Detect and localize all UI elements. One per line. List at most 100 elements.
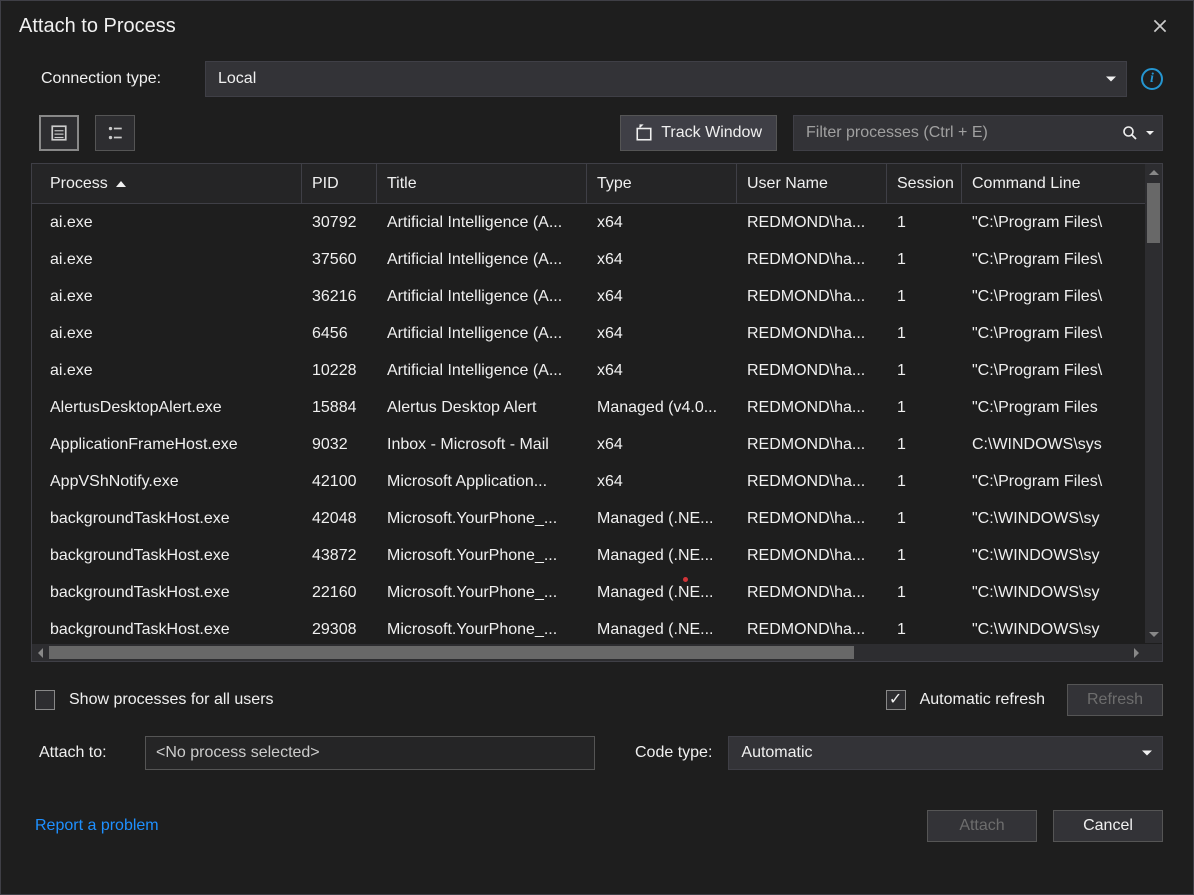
cell-type: x64 — [587, 362, 737, 380]
filter-box[interactable] — [793, 115, 1163, 151]
titlebar: Attach to Process — [1, 1, 1193, 51]
attach-button[interactable]: Attach — [927, 810, 1037, 842]
scroll-left-button[interactable] — [32, 644, 49, 661]
cell-pid: 37560 — [302, 251, 377, 269]
view-mode-tree-button[interactable] — [95, 115, 135, 151]
close-button[interactable] — [1145, 11, 1175, 41]
cell-session: 1 — [887, 288, 962, 306]
cell-user: REDMOND\ha... — [737, 510, 887, 528]
attach-to-label: Attach to: — [39, 744, 129, 762]
column-type[interactable]: Type — [587, 164, 737, 203]
cell-user: REDMOND\ha... — [737, 473, 887, 491]
cell-type: x64 — [587, 288, 737, 306]
horizontal-scrollbar[interactable] — [32, 644, 1145, 661]
table-row[interactable]: backgroundTaskHost.exe42048Microsoft.You… — [32, 500, 1145, 537]
table-row[interactable]: ai.exe10228Artificial Intelligence (A...… — [32, 352, 1145, 389]
cell-command-line: "C:\Program Files\ — [962, 325, 1132, 343]
report-problem-link[interactable]: Report a problem — [35, 817, 159, 835]
search-icon[interactable] — [1122, 125, 1154, 141]
scroll-right-button[interactable] — [1128, 644, 1145, 661]
cell-command-line: "C:\Program Files\ — [962, 288, 1132, 306]
track-window-label: Track Window — [661, 124, 762, 142]
table-row[interactable]: ai.exe30792Artificial Intelligence (A...… — [32, 204, 1145, 241]
cell-type: Managed (.NE... — [587, 510, 737, 528]
table-row[interactable]: AlertusDesktopAlert.exe15884Alertus Desk… — [32, 389, 1145, 426]
cell-session: 1 — [887, 214, 962, 232]
footer: Report a problem Attach Cancel — [1, 770, 1193, 866]
cell-command-line: "C:\WINDOWS\sy — [962, 547, 1132, 565]
table-row[interactable]: ai.exe36216Artificial Intelligence (A...… — [32, 278, 1145, 315]
view-mode-list-button[interactable] — [39, 115, 79, 151]
table-row[interactable]: backgroundTaskHost.exe29308Microsoft.You… — [32, 611, 1145, 644]
grid-header: Process PID Title Type User Name Session… — [32, 164, 1162, 204]
cell-user: REDMOND\ha... — [737, 621, 887, 639]
process-grid: Process PID Title Type User Name Session… — [31, 163, 1163, 662]
table-row[interactable]: ai.exe6456Artificial Intelligence (A...x… — [32, 315, 1145, 352]
cell-command-line: "C:\WINDOWS\sy — [962, 584, 1132, 602]
column-title[interactable]: Title — [377, 164, 587, 203]
cell-command-line: "C:\Program Files\ — [962, 251, 1132, 269]
column-user-name[interactable]: User Name — [737, 164, 887, 203]
code-type-select[interactable]: Automatic — [728, 736, 1163, 770]
sort-ascending-icon — [116, 181, 126, 187]
cell-session: 1 — [887, 510, 962, 528]
cell-process: ai.exe — [32, 288, 302, 306]
column-session[interactable]: Session — [887, 164, 962, 203]
cell-command-line: "C:\Program Files\ — [962, 214, 1132, 232]
vertical-scrollbar[interactable] — [1145, 164, 1162, 643]
vertical-scroll-thumb[interactable] — [1147, 183, 1160, 243]
info-icon[interactable]: i — [1141, 68, 1163, 90]
connection-type-select[interactable]: Local — [205, 61, 1127, 97]
column-process[interactable]: Process — [32, 164, 302, 203]
cell-type: Managed (.NE... — [587, 547, 737, 565]
attach-to-value: <No process selected> — [145, 736, 595, 770]
cell-command-line: "C:\Program Files\ — [962, 473, 1132, 491]
cell-user: REDMOND\ha... — [737, 547, 887, 565]
scroll-up-button[interactable] — [1145, 164, 1162, 181]
cell-process: backgroundTaskHost.exe — [32, 584, 302, 602]
cell-type: x64 — [587, 436, 737, 454]
table-row[interactable]: ApplicationFrameHost.exe9032Inbox - Micr… — [32, 426, 1145, 463]
cell-process: ai.exe — [32, 214, 302, 232]
cell-process: ai.exe — [32, 251, 302, 269]
cell-session: 1 — [887, 621, 962, 639]
cell-session: 1 — [887, 436, 962, 454]
cell-command-line: "C:\WINDOWS\sy — [962, 621, 1132, 639]
refresh-button[interactable]: Refresh — [1067, 684, 1163, 716]
table-row[interactable]: backgroundTaskHost.exe22160Microsoft.You… — [32, 574, 1145, 611]
cancel-button[interactable]: Cancel — [1053, 810, 1163, 842]
table-row[interactable]: AppVShNotify.exe42100Microsoft Applicati… — [32, 463, 1145, 500]
code-type-value: Automatic — [741, 744, 812, 762]
cell-title: Artificial Intelligence (A... — [377, 288, 587, 306]
cell-session: 1 — [887, 547, 962, 565]
scroll-down-button[interactable] — [1145, 626, 1162, 643]
cell-title: Artificial Intelligence (A... — [377, 325, 587, 343]
connection-type-value: Local — [218, 70, 256, 88]
filter-input[interactable] — [806, 124, 1122, 142]
column-command-line[interactable]: Command Line — [962, 164, 1132, 203]
cell-command-line: "C:\WINDOWS\sy — [962, 510, 1132, 528]
cell-pid: 29308 — [302, 621, 377, 639]
table-row[interactable]: ai.exe37560Artificial Intelligence (A...… — [32, 241, 1145, 278]
show-all-users-label: Show processes for all users — [69, 691, 274, 709]
cell-title: Artificial Intelligence (A... — [377, 251, 587, 269]
cell-title: Artificial Intelligence (A... — [377, 362, 587, 380]
horizontal-scroll-thumb[interactable] — [49, 646, 854, 659]
track-window-button[interactable]: Track Window — [620, 115, 777, 151]
automatic-refresh-checkbox[interactable] — [886, 690, 906, 710]
cell-type: x64 — [587, 325, 737, 343]
scroll-corner — [1145, 644, 1162, 661]
cell-title: Microsoft.YourPhone_... — [377, 510, 587, 528]
table-row[interactable]: backgroundTaskHost.exe43872Microsoft.You… — [32, 537, 1145, 574]
cell-session: 1 — [887, 362, 962, 380]
chevron-down-icon — [1146, 131, 1154, 135]
track-window-icon — [635, 124, 653, 142]
cell-process: backgroundTaskHost.exe — [32, 510, 302, 528]
cell-type: x64 — [587, 214, 737, 232]
column-pid[interactable]: PID — [302, 164, 377, 203]
cell-command-line: "C:\Program Files\ — [962, 362, 1132, 380]
show-all-users-checkbox[interactable] — [35, 690, 55, 710]
cell-session: 1 — [887, 399, 962, 417]
cell-pid: 10228 — [302, 362, 377, 380]
cell-type: Managed (.NE... — [587, 584, 737, 602]
